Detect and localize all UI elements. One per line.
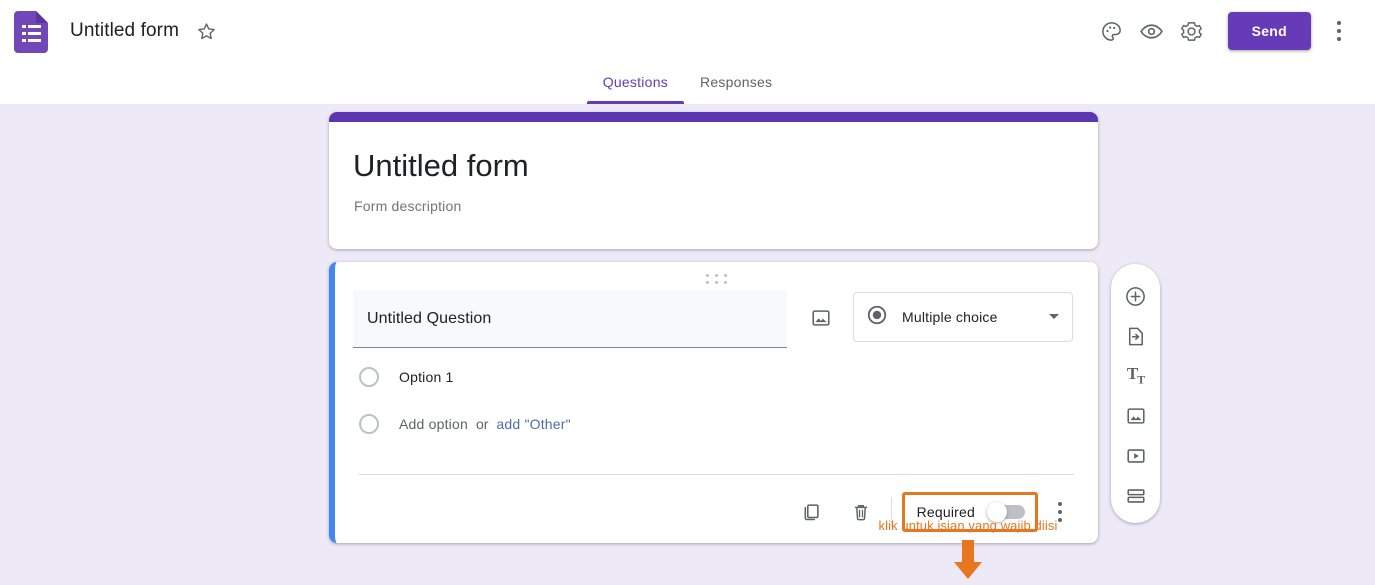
tab-bar: Questions Responses [0,62,1375,105]
question-title-row: Untitled Question Multiple choice [353,290,1088,352]
question-type-dropdown[interactable]: Multiple choice [853,292,1073,342]
question-title-input[interactable]: Untitled Question [353,290,787,348]
question-type-label: Multiple choice [902,309,998,325]
question-card[interactable]: Untitled Question Multiple choice Option… [329,262,1098,543]
option-label[interactable]: Option 1 [399,369,454,385]
footer-divider [359,474,1074,475]
eye-preview-icon[interactable] [1132,11,1172,51]
option-row-1[interactable]: Option 1 [359,367,454,387]
add-option-button[interactable]: Add option [399,416,468,432]
annotation-text: klik untuk isian yang wajib diisi [878,518,1058,533]
add-video-play-icon[interactable] [1116,436,1156,476]
tab-questions[interactable]: Questions [586,62,685,104]
radio-empty-icon [359,367,379,387]
top-bar: Untitled form Send [0,0,1375,62]
form-description[interactable]: Form description [329,184,1098,214]
import-questions-icon[interactable] [1116,316,1156,356]
or-separator-label: or [475,416,489,432]
form-canvas: Untitled form Form description Untitled … [0,104,1375,579]
add-section-icon[interactable] [1116,476,1156,516]
chevron-down-icon [1048,308,1060,326]
add-image-icon[interactable] [801,298,841,338]
duplicate-copy-icon[interactable] [791,492,831,532]
radio-filled-icon [866,304,888,331]
star-outline-icon[interactable] [193,18,219,44]
google-forms-logo-icon[interactable] [14,11,48,53]
add-question-plus-circle-icon[interactable] [1116,276,1156,316]
palette-icon[interactable] [1092,11,1132,51]
top-more-options-kebab-icon[interactable] [1321,11,1357,51]
side-toolbar: TT [1111,264,1160,523]
send-button[interactable]: Send [1227,12,1311,50]
document-title[interactable]: Untitled form [70,20,179,42]
add-image-icon[interactable] [1116,396,1156,436]
tab-responses[interactable]: Responses [684,62,788,104]
add-other-button[interactable]: add "Other" [496,416,570,432]
add-option-row: Add option or add "Other" [359,414,571,434]
question-title-text: Untitled Question [367,309,492,327]
tt-glyph: TT [1126,364,1145,387]
add-title-description-tt-icon[interactable]: TT [1116,356,1156,396]
drag-handle-dots-icon[interactable] [705,274,728,284]
form-theme-band [329,112,1098,122]
radio-empty-icon [359,414,379,434]
gear-settings-icon[interactable] [1172,11,1212,51]
form-title[interactable]: Untitled form [329,122,1098,184]
down-arrow-icon [950,540,986,580]
google-forms-editor: Untitled form Send Questions Responses U… [0,0,1375,579]
form-header-card[interactable]: Untitled form Form description [329,112,1098,249]
